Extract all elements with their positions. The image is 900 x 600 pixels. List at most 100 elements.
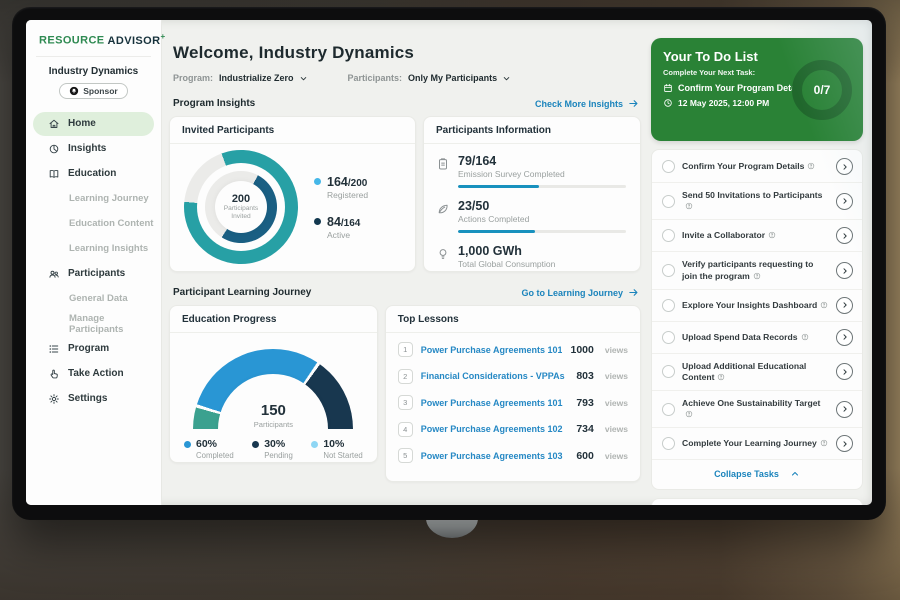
participants-dropdown[interactable]: Participants: Only My Participants bbox=[348, 73, 512, 83]
task-info-icon[interactable] bbox=[753, 272, 761, 280]
legend-value: 10% bbox=[323, 438, 344, 450]
task-checkbox[interactable] bbox=[662, 264, 675, 277]
todo-task-list: Confirm Your Program DetailsSend 50 Invi… bbox=[652, 151, 862, 460]
todo-task-explore-your-insights-dashboard: Explore Your Insights Dashboard bbox=[652, 290, 862, 322]
todo-progress-ring: 0/7 bbox=[792, 60, 852, 120]
task-open-button[interactable] bbox=[836, 193, 853, 210]
sponsor-badge: Sponsor bbox=[59, 83, 127, 99]
todo-task-confirm-your-program-details: Confirm Your Program Details bbox=[652, 151, 862, 183]
sidebar-item-home[interactable]: Home bbox=[33, 112, 154, 136]
check-more-insights-link[interactable]: Check More Insights bbox=[535, 98, 639, 109]
task-open-button[interactable] bbox=[836, 329, 853, 346]
sidebar-item-label: Manage Participants bbox=[69, 313, 154, 335]
task-info-icon[interactable] bbox=[820, 301, 828, 309]
program-dropdown[interactable]: Program: Industrialize Zero bbox=[173, 73, 308, 83]
todo-column: Your To Do List Complete Your Next Task:… bbox=[651, 38, 863, 505]
donut-legend: 164/200Registered84/164Active bbox=[314, 175, 368, 240]
link-label: Go to Learning Journey bbox=[521, 288, 623, 298]
task-open-button[interactable] bbox=[836, 158, 853, 175]
legend-label: Active bbox=[327, 230, 368, 240]
logo-advisor: ADVISOR bbox=[108, 35, 161, 47]
lesson-views-suffix: views bbox=[605, 424, 628, 434]
task-info-icon[interactable] bbox=[807, 162, 815, 170]
lesson-link[interactable]: Power Purchase Agreements 103 bbox=[421, 451, 569, 461]
task-checkbox[interactable] bbox=[662, 331, 675, 344]
task-info-icon[interactable] bbox=[801, 333, 809, 341]
task-open-button[interactable] bbox=[836, 363, 853, 380]
sidebar-item-learning-journey[interactable]: Learning Journey bbox=[33, 187, 154, 211]
task-info-icon[interactable] bbox=[768, 231, 776, 239]
lesson-views: 803 bbox=[576, 370, 594, 382]
sidebar-item-label: Participants bbox=[68, 268, 125, 279]
lesson-views-suffix: views bbox=[605, 345, 628, 355]
sidebar-item-general-data[interactable]: General Data bbox=[33, 287, 154, 311]
gauge-legend: 60%Completed30%Pending10%Not Started bbox=[170, 438, 377, 460]
lesson-link[interactable]: Power Purchase Agreements 102 bbox=[421, 424, 569, 434]
task-info-icon[interactable] bbox=[685, 410, 693, 418]
sidebar-item-insights[interactable]: Insights bbox=[33, 137, 154, 161]
task-info-icon[interactable] bbox=[820, 439, 828, 447]
task-checkbox[interactable] bbox=[662, 195, 675, 208]
sidebar-item-education-content[interactable]: Education Content bbox=[33, 212, 154, 236]
sidebar-item-label: Settings bbox=[68, 393, 107, 404]
task-label: Achieve One Sustainability Target bbox=[682, 398, 829, 420]
sidebar-item-label: Learning Insights bbox=[69, 243, 148, 254]
invited-participants-card: Invited Participants 200 Participants In… bbox=[169, 116, 416, 272]
sidebar-item-education[interactable]: Education bbox=[33, 162, 154, 186]
energy-icon bbox=[436, 247, 450, 261]
task-checkbox[interactable] bbox=[662, 403, 675, 416]
task-checkbox[interactable] bbox=[662, 229, 675, 242]
task-checkbox[interactable] bbox=[662, 299, 675, 312]
task-open-button[interactable] bbox=[836, 435, 853, 452]
sidebar-item-label: Education Content bbox=[69, 218, 153, 229]
sidebar-item-take-action[interactable]: Take Action bbox=[33, 362, 154, 386]
todo-task-upload-spend-data-records: Upload Spend Data Records bbox=[652, 322, 862, 354]
task-info-icon[interactable] bbox=[717, 373, 725, 381]
lesson-views-suffix: views bbox=[605, 371, 628, 381]
lesson-link[interactable]: Power Purchase Agreements 101 bbox=[421, 398, 569, 408]
sidebar-item-learning-insights[interactable]: Learning Insights bbox=[33, 237, 154, 261]
home-icon bbox=[48, 118, 60, 130]
sidebar-item-manage-participants[interactable]: Manage Participants bbox=[33, 312, 154, 336]
clock-icon bbox=[663, 98, 673, 108]
participants-information-stats: 79/164Emission Survey Completed23/50Acti… bbox=[424, 144, 640, 269]
legend-item-active: 84/164Active bbox=[314, 215, 368, 240]
task-open-button[interactable] bbox=[836, 227, 853, 244]
legend-dot bbox=[311, 441, 318, 448]
legend-dot bbox=[314, 178, 321, 185]
lesson-views: 734 bbox=[576, 423, 594, 435]
legend-value: 164/200 bbox=[327, 175, 367, 189]
legend-value: 30% bbox=[264, 438, 285, 450]
lesson-link[interactable]: Financial Considerations - VPPAs bbox=[421, 371, 569, 381]
participants-icon bbox=[48, 268, 60, 280]
logo-resource: RESOURCE bbox=[39, 35, 105, 47]
todo-tasks-card: Confirm Your Program DetailsSend 50 Invi… bbox=[651, 149, 863, 490]
task-open-button[interactable] bbox=[836, 262, 853, 279]
learning-journey-title: Participant Learning Journey bbox=[173, 287, 311, 298]
lesson-rank: 4 bbox=[398, 422, 413, 437]
top-lessons-title: Top Lessons bbox=[386, 306, 640, 333]
task-open-button[interactable] bbox=[836, 401, 853, 418]
task-info-icon[interactable] bbox=[685, 202, 693, 210]
lesson-link[interactable]: Power Purchase Agreements 101 bbox=[421, 345, 563, 355]
chevron-down-icon bbox=[299, 74, 308, 83]
sidebar-item-settings[interactable]: Settings bbox=[33, 387, 154, 411]
go-to-learning-journey-link[interactable]: Go to Learning Journey bbox=[521, 287, 639, 298]
task-checkbox[interactable] bbox=[662, 160, 675, 173]
task-label: Confirm Your Program Details bbox=[682, 161, 829, 172]
lesson-row: 1Power Purchase Agreements 1011000views bbox=[398, 342, 628, 357]
collapse-tasks-link[interactable]: Collapse Tasks bbox=[652, 460, 862, 485]
task-open-button[interactable] bbox=[836, 297, 853, 314]
task-checkbox[interactable] bbox=[662, 437, 675, 450]
participants-information-card: Participants Information 79/164Emission … bbox=[423, 116, 641, 272]
lesson-rank: 2 bbox=[398, 369, 413, 384]
sidebar-item-program[interactable]: Program bbox=[33, 337, 154, 361]
legend-item-pending: 30%Pending bbox=[252, 438, 293, 460]
legend-label: Pending bbox=[264, 451, 293, 460]
progress-fill bbox=[458, 185, 539, 188]
collapse-tasks-label: Collapse Tasks bbox=[714, 469, 779, 479]
task-checkbox[interactable] bbox=[662, 365, 675, 378]
education-progress-title: Education Progress bbox=[170, 306, 377, 333]
legend-value: 60% bbox=[196, 438, 217, 450]
sidebar-item-participants[interactable]: Participants bbox=[33, 262, 154, 286]
